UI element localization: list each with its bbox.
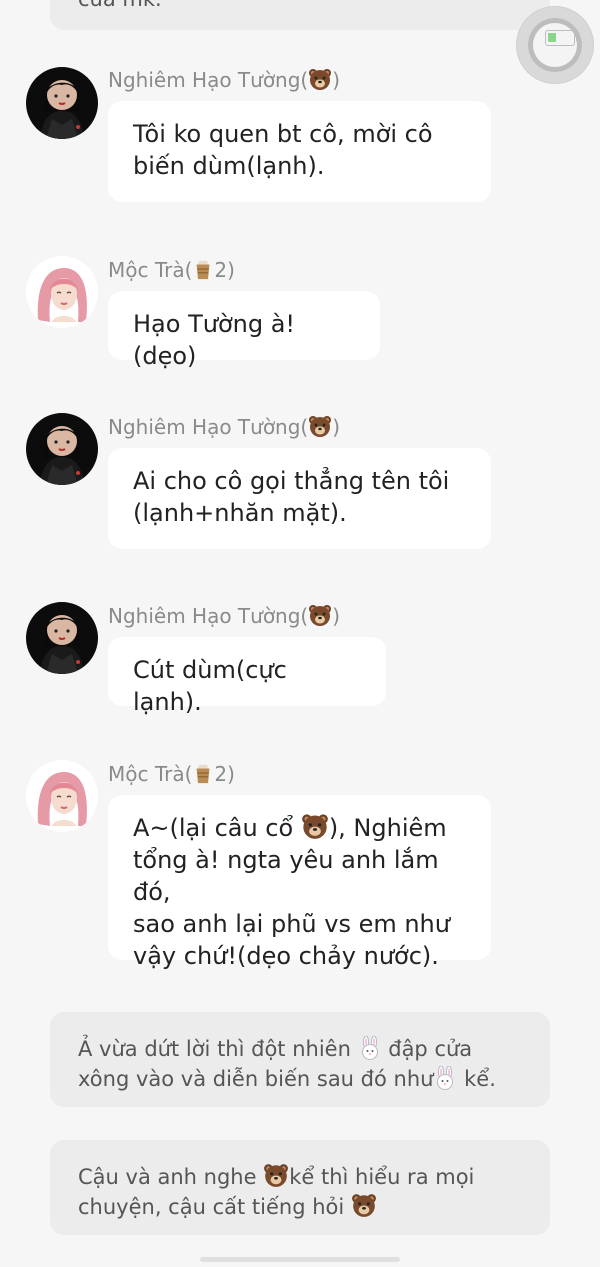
sender-name: Nghiêm Hạo Tường(): [108, 603, 341, 628]
sender-name: Mộc Trà(2): [108, 762, 235, 786]
bear-icon: [263, 1162, 289, 1188]
avatar-moc-tra[interactable]: [26, 760, 98, 832]
sender-name: Nghiêm Hạo Tường(): [108, 67, 341, 92]
message-bubble[interactable]: Tôi ko quen bt cô, mời cô biến dùm(lạnh)…: [108, 101, 491, 202]
battery-icon: [545, 30, 579, 46]
bear-icon: [301, 812, 329, 840]
message-bubble[interactable]: A~(lại câu cổ ), Nghiêm tổng à! ngta yêu…: [108, 795, 491, 970]
narration-card-top: của mk.: [50, 0, 550, 30]
sender-name: Mộc Trà(2): [108, 258, 235, 282]
bear-icon: [308, 414, 332, 438]
rabbit-icon: [358, 1036, 382, 1060]
avatar-nghiem-hao-tuong[interactable]: [26, 413, 98, 485]
message-bubble[interactable]: Hạo Tường à!(dẹo): [108, 291, 380, 370]
message-bubble[interactable]: Cút dùm(cực lạnh).: [108, 637, 386, 716]
narration-card: Ả vừa dứt lời thì đột nhiên đập cửa xông…: [50, 1012, 550, 1107]
home-indicator[interactable]: [200, 1257, 400, 1262]
narration-card: Cậu và anh nghe kể thì hiểu ra mọi chuyệ…: [50, 1140, 550, 1235]
narration-text: của mk.: [78, 0, 162, 14]
cup-icon: [192, 763, 214, 785]
bear-icon: [308, 67, 332, 91]
bear-icon: [308, 603, 332, 627]
bear-icon: [351, 1192, 377, 1218]
avatar-moc-tra[interactable]: [26, 256, 98, 328]
avatar-nghiem-hao-tuong[interactable]: [26, 602, 98, 674]
sender-name: Nghiêm Hạo Tường(): [108, 414, 341, 439]
rabbit-icon: [433, 1066, 457, 1090]
avatar-nghiem-hao-tuong[interactable]: [26, 67, 98, 139]
cup-icon: [192, 259, 214, 281]
message-bubble[interactable]: Ai cho cô gọi thẳng tên tôi (lạnh+nhăn m…: [108, 448, 491, 549]
